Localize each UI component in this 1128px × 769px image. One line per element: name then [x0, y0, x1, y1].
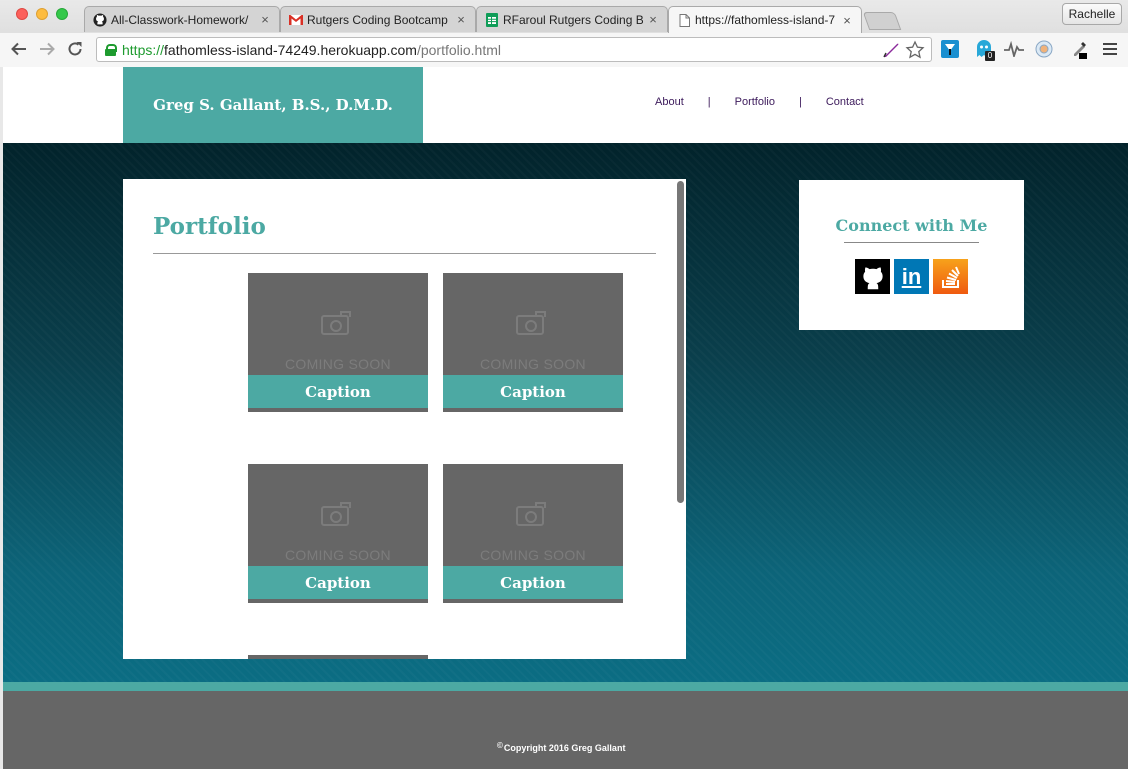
sheets-icon [485, 12, 499, 27]
copyright-text: ©Copyright 2016 Greg Gallant [497, 741, 625, 753]
nav-link-about[interactable]: About [655, 96, 684, 108]
extension-blue-icon[interactable] [940, 39, 960, 59]
nav-separator: | [798, 96, 802, 108]
camera-icon [321, 502, 351, 526]
hero-background: Portfolio COMING SOON Caption COMING SOO… [3, 143, 1128, 682]
portfolio-caption: Caption [443, 566, 623, 599]
coming-soon-label: COMING SOON [285, 547, 391, 563]
profile-button[interactable]: Rachelle [1062, 3, 1122, 25]
new-tab-button[interactable] [862, 12, 902, 30]
stackoverflow-icon[interactable] [933, 259, 968, 294]
nav-link-contact[interactable]: Contact [826, 96, 864, 108]
connect-title: Connect with Me [835, 216, 988, 235]
site-brand[interactable]: Greg S. Gallant, B.S., D.M.D. [123, 67, 423, 143]
close-window-button[interactable] [16, 8, 28, 20]
tab-close-button[interactable]: × [647, 12, 659, 27]
connect-divider [844, 242, 979, 243]
portfolio-item[interactable]: COMING SOON Caption [443, 464, 623, 603]
forward-arrow-icon[interactable] [36, 38, 58, 60]
tab-close-button[interactable]: × [841, 13, 853, 28]
address-bar[interactable]: https://fathomless-island-74249.herokuap… [96, 37, 932, 62]
portfolio-caption: Caption [248, 566, 428, 599]
url-text: https://fathomless-island-74249.herokuap… [122, 41, 502, 58]
tab-close-button[interactable]: × [455, 12, 467, 27]
tab-title: https://fathomless-island-7 [695, 13, 836, 27]
portfolio-item[interactable] [248, 655, 428, 659]
portfolio-panel: Portfolio COMING SOON Caption COMING SOO… [123, 179, 686, 659]
copyright-symbol: © [497, 741, 503, 750]
nav-link-portfolio[interactable]: Portfolio [735, 96, 775, 108]
browser-chrome: All-Classwork-Homework/ × Rutgers Coding… [0, 0, 1128, 67]
portfolio-title: Portfolio [153, 213, 266, 240]
browser-tab-portfolio[interactable]: https://fathomless-island-7 × [668, 6, 862, 33]
tab-title: RFaroul Rutgers Coding Bo [503, 12, 643, 27]
eyedropper-icon[interactable] [1070, 39, 1090, 59]
title-divider [153, 253, 656, 254]
site-header: Greg S. Gallant, B.S., D.M.D. About | Po… [3, 67, 1128, 143]
nav-separator: | [707, 96, 711, 108]
portfolio-item[interactable]: COMING SOON Caption [248, 273, 428, 412]
globe-extension-icon[interactable] [1034, 39, 1054, 59]
page-icon [677, 13, 691, 27]
lock-icon [105, 43, 117, 56]
browser-tab-sheets[interactable]: RFaroul Rutgers Coding Bo × [476, 6, 668, 32]
tab-close-button[interactable]: × [259, 12, 271, 27]
extension-badge: 0 [985, 51, 995, 61]
panel-scrollbar[interactable] [677, 181, 684, 503]
minimize-window-button[interactable] [36, 8, 48, 20]
pulse-extension-icon[interactable] [1004, 39, 1024, 59]
github-icon [93, 12, 107, 27]
portfolio-item[interactable]: COMING SOON Caption [443, 273, 623, 412]
web-page: Greg S. Gallant, B.S., D.M.D. About | Po… [3, 67, 1128, 769]
coming-soon-label: COMING SOON [285, 356, 391, 372]
reload-icon[interactable] [64, 38, 86, 60]
coming-soon-label: COMING SOON [480, 356, 586, 372]
linkedin-icon[interactable]: in [894, 259, 929, 294]
quill-extension-icon[interactable] [881, 40, 901, 65]
portfolio-caption: Caption [443, 375, 623, 408]
github-icon[interactable] [855, 259, 890, 294]
gmail-icon [289, 13, 303, 27]
connect-panel: Connect with Me in [799, 180, 1024, 330]
tab-title: Rutgers Coding Bootcamp [307, 12, 448, 27]
browser-toolbar: https://fathomless-island-74249.herokuap… [0, 33, 1128, 67]
tab-title: All-Classwork-Homework/ [111, 12, 249, 27]
portfolio-caption: Caption [248, 375, 428, 408]
camera-icon [516, 311, 546, 335]
bookmark-star-icon[interactable] [905, 40, 925, 65]
browser-tab-github[interactable]: All-Classwork-Homework/ × [84, 6, 280, 32]
back-arrow-icon[interactable] [8, 38, 30, 60]
camera-icon [516, 502, 546, 526]
browser-tab-gmail[interactable]: Rutgers Coding Bootcamp × [280, 6, 476, 32]
footer-accent-stripe [3, 682, 1128, 691]
camera-icon [321, 311, 351, 335]
portfolio-item[interactable]: COMING SOON Caption [248, 464, 428, 603]
site-nav: About | Portfolio | Contact [655, 96, 864, 108]
copyright-label: Copyright 2016 Greg Gallant [503, 743, 626, 753]
zoom-window-button[interactable] [56, 8, 68, 20]
menu-icon[interactable] [1100, 39, 1120, 59]
coming-soon-label: COMING SOON [480, 547, 586, 563]
site-footer: ©Copyright 2016 Greg Gallant [3, 691, 1128, 769]
